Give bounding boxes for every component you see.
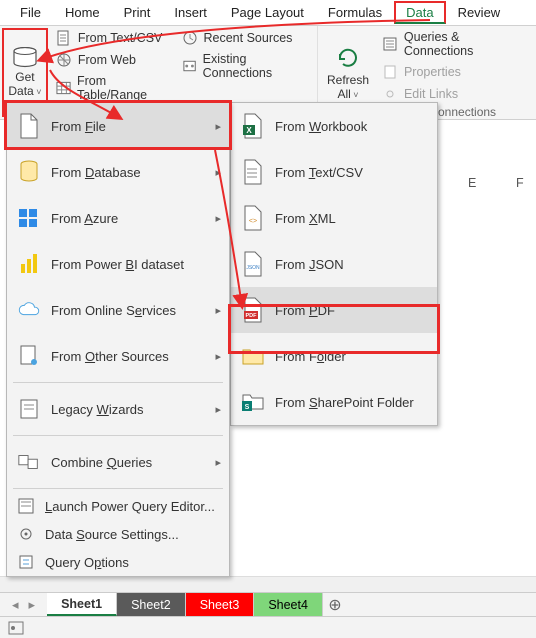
chevron-right-icon: ▸ <box>215 304 221 317</box>
database-icon <box>17 160 41 184</box>
status-bar <box>0 616 536 638</box>
submenu-from-folder[interactable]: From Folder <box>231 333 437 379</box>
edit-links-button: Edit Links <box>382 86 532 102</box>
from-file-submenu: X From Workbook From Text/CSV <> From XM… <box>230 102 438 426</box>
sharepoint-icon: S <box>241 390 265 414</box>
file-icon <box>17 114 41 138</box>
menu-from-database[interactable]: From Database ▸ <box>7 149 229 195</box>
submenu-from-xml[interactable]: <> From XML <box>231 195 437 241</box>
svg-text:S: S <box>245 404 250 411</box>
json-icon: JSON <box>241 252 265 276</box>
xml-icon: <> <box>241 206 265 230</box>
settings-icon <box>17 525 35 543</box>
sheet-tab-2[interactable]: Sheet2 <box>117 593 186 616</box>
get-data-menu: From File ▸ From Database ▸ From Azure ▸… <box>6 102 230 577</box>
get-data-label-1: Get <box>15 70 34 84</box>
submenu-from-pdf[interactable]: PDF From PDF <box>231 287 437 333</box>
column-header-e[interactable]: E <box>468 176 476 190</box>
wizard-icon <box>17 397 41 421</box>
text-csv-icon <box>241 160 265 184</box>
column-header-f[interactable]: F <box>516 176 524 190</box>
svg-text:X: X <box>246 126 252 135</box>
svg-text:JSON: JSON <box>246 265 260 271</box>
link-icon <box>382 86 398 102</box>
database-icon <box>12 47 38 69</box>
svg-text:PDF: PDF <box>246 313 258 319</box>
recent-sources-button[interactable]: Recent Sources <box>182 30 314 46</box>
tab-file[interactable]: File <box>8 1 53 24</box>
sheet-tab-4[interactable]: Sheet4 <box>254 593 323 616</box>
menu-legacy-wizards[interactable]: Legacy Wizards ▸ <box>7 386 229 432</box>
add-sheet-button[interactable]: ⊕ <box>323 593 347 616</box>
tab-data[interactable]: Data <box>394 1 445 24</box>
tab-print[interactable]: Print <box>112 1 163 24</box>
combine-icon <box>17 450 41 474</box>
other-sources-icon <box>17 344 41 368</box>
connections-group-label-fragment: onnections <box>438 105 496 119</box>
menu-data-source-settings[interactable]: Data Source Settings... <box>7 520 229 548</box>
menu-from-power-bi[interactable]: From Power BI dataset <box>7 241 229 287</box>
svg-text:<>: <> <box>249 218 257 225</box>
tab-review[interactable]: Review <box>446 1 513 24</box>
existing-connections-button[interactable]: Existing Connections <box>182 52 314 80</box>
chevron-right-icon: ▸ <box>215 120 221 133</box>
menu-from-other-sources[interactable]: From Other Sources ▸ <box>7 333 229 379</box>
refresh-icon <box>334 44 362 72</box>
options-icon <box>17 553 35 571</box>
chevron-down-icon: ˅ <box>34 87 42 97</box>
excel-workbook-icon: X <box>241 114 265 138</box>
connections-icon <box>182 58 197 74</box>
queries-icon <box>382 36 398 52</box>
chevron-right-icon: ▸ <box>215 456 221 469</box>
cloud-icon <box>17 298 41 322</box>
power-query-icon <box>17 497 35 515</box>
tab-formulas[interactable]: Formulas <box>316 1 394 24</box>
get-data-label-2: Data <box>8 84 33 98</box>
chevron-right-icon: ▸ <box>215 166 221 179</box>
menu-from-file[interactable]: From File ▸ <box>7 103 229 149</box>
chevron-right-icon: ▸ <box>215 350 221 363</box>
properties-icon <box>382 64 398 80</box>
power-bi-icon <box>17 252 41 276</box>
recent-icon <box>182 30 198 46</box>
globe-icon <box>56 52 72 68</box>
chevron-right-icon: ▸ <box>215 403 221 416</box>
menu-combine-queries[interactable]: Combine Queries ▸ <box>7 439 229 485</box>
chevron-right-icon: ▸ <box>215 212 221 225</box>
file-text-icon <box>56 30 72 46</box>
sheet-tab-1[interactable]: Sheet1 <box>47 593 117 616</box>
table-icon <box>56 80 71 96</box>
pdf-icon: PDF <box>241 298 265 322</box>
from-text-csv-button[interactable]: From Text/CSV <box>56 30 174 46</box>
queries-connections-button[interactable]: Queries & Connections <box>382 30 532 58</box>
tab-page-layout[interactable]: Page Layout <box>219 1 316 24</box>
menu-query-options[interactable]: Query Options <box>7 548 229 576</box>
tab-home[interactable]: Home <box>53 1 112 24</box>
tab-insert[interactable]: Insert <box>162 1 219 24</box>
sheet-nav-prev-icon[interactable]: ◂ <box>12 597 19 613</box>
submenu-from-json[interactable]: JSON From JSON <box>231 241 437 287</box>
chevron-down-icon: ˅ <box>351 90 359 100</box>
submenu-from-workbook[interactable]: X From Workbook <box>231 103 437 149</box>
submenu-from-text-csv[interactable]: From Text/CSV <box>231 149 437 195</box>
sheet-nav[interactable]: ◂ ▸ <box>0 597 47 613</box>
sheet-tab-bar: ◂ ▸ Sheet1 Sheet2 Sheet3 Sheet4 ⊕ <box>0 592 536 616</box>
submenu-from-sharepoint-folder[interactable]: S From SharePoint Folder <box>231 379 437 425</box>
sheet-tab-3[interactable]: Sheet3 <box>186 593 255 616</box>
menu-from-azure[interactable]: From Azure ▸ <box>7 195 229 241</box>
from-table-range-button[interactable]: From Table/Range <box>56 74 174 102</box>
azure-icon <box>17 206 41 230</box>
sheet-nav-next-icon[interactable]: ▸ <box>29 597 36 613</box>
horizontal-scrollbar[interactable] <box>0 576 536 592</box>
record-macro-icon[interactable] <box>8 621 24 635</box>
ribbon-tabs: File Home Print Insert Page Layout Formu… <box>0 0 536 26</box>
menu-from-online-services[interactable]: From Online Services ▸ <box>7 287 229 333</box>
from-web-button[interactable]: From Web <box>56 52 174 68</box>
folder-icon <box>241 344 265 368</box>
properties-button: Properties <box>382 64 532 80</box>
menu-launch-power-query[interactable]: Launch Power Query Editor... <box>7 492 229 520</box>
